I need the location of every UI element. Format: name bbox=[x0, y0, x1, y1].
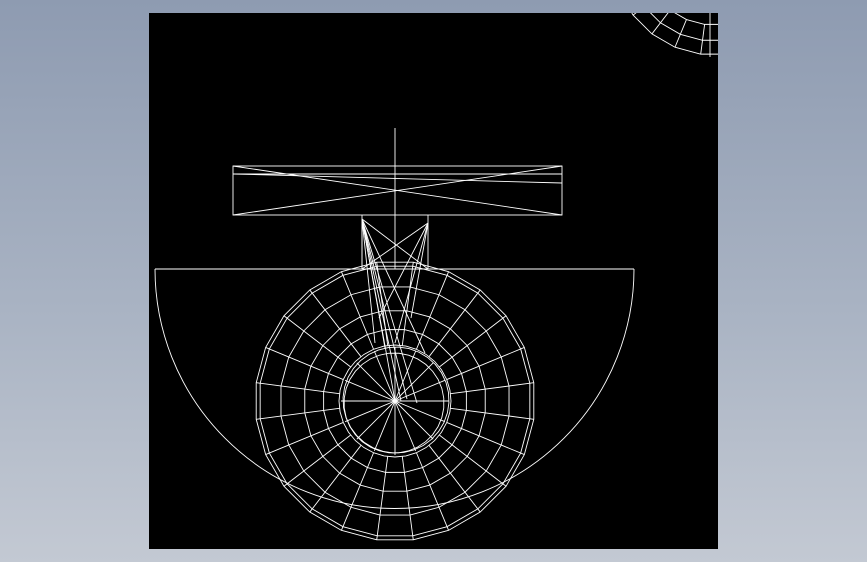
inner-ray bbox=[394, 362, 434, 402]
sphere-meridian bbox=[256, 407, 340, 420]
inner-ray bbox=[394, 400, 434, 440]
fan-line bbox=[361, 218, 396, 402]
fan-line-right bbox=[410, 222, 429, 319]
sphere-meridian bbox=[376, 456, 389, 540]
sphere-meridian bbox=[450, 407, 534, 420]
partial-sphere-top-right bbox=[631, 13, 718, 57]
fan-line bbox=[361, 218, 408, 400]
inner-ray bbox=[356, 400, 396, 440]
corner-sphere-meridian bbox=[700, 24, 706, 55]
top-plate bbox=[232, 165, 563, 216]
sphere-meridian bbox=[401, 262, 414, 346]
corner-sphere-meridian bbox=[674, 19, 687, 48]
corner-sphere-ring-1 bbox=[631, 13, 718, 55]
sphere-meridian bbox=[450, 382, 534, 395]
corner-sphere-meridian bbox=[632, 13, 637, 16]
cad-drawing-viewport[interactable] bbox=[149, 13, 718, 549]
inner-sphere bbox=[338, 344, 452, 458]
wireframe-drawing bbox=[154, 13, 718, 541]
sphere-meridian bbox=[401, 456, 414, 540]
plate-diagonal-3 bbox=[232, 173, 563, 184]
sphere-meridian bbox=[256, 382, 340, 395]
corner-sphere-ring-3 bbox=[674, 13, 718, 25]
